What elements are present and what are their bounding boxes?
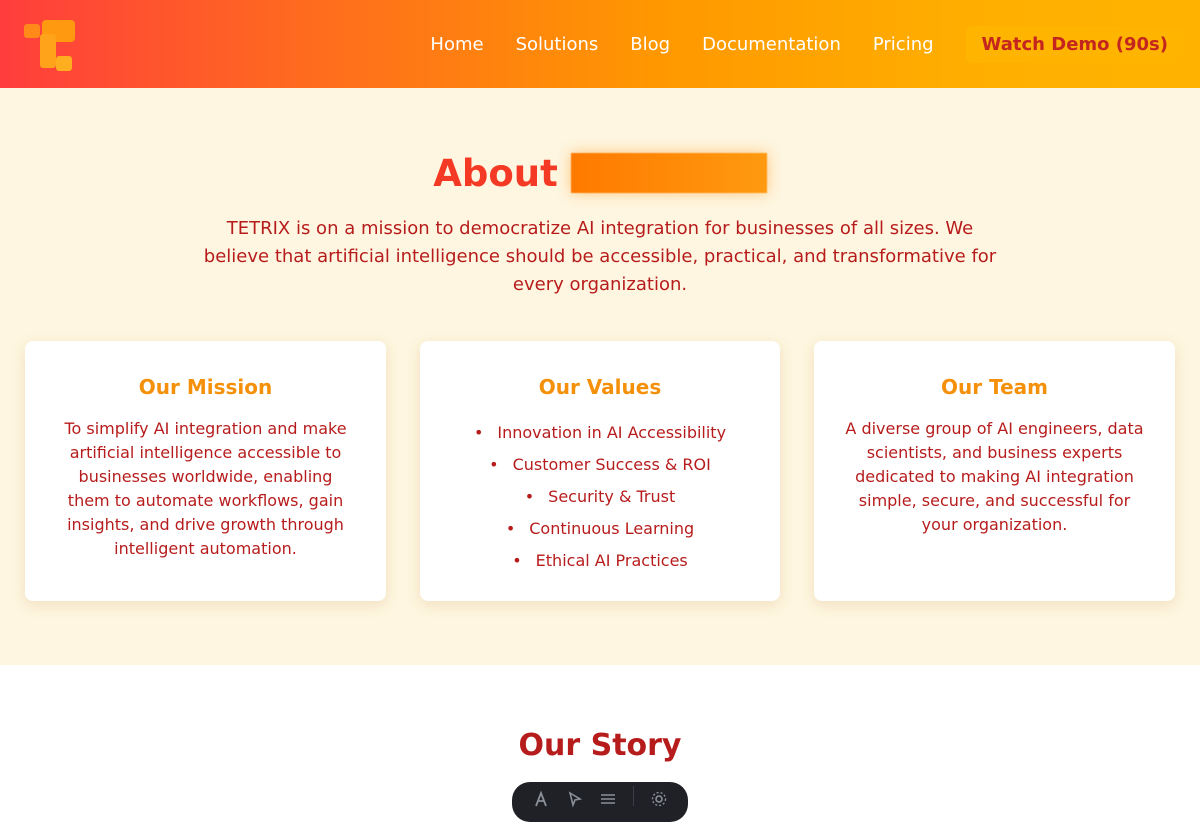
nav-home[interactable]: Home [430,34,483,55]
values-list: • Innovation in AI Accessibility • Custome… [420,417,780,577]
bullet-icon: • [489,455,499,474]
value-label: Continuous Learning [529,519,695,538]
site-header: Home Solutions Blog Documentation Pricin… [0,0,1200,88]
values-card: Our Values • Innovation in AI Accessibili… [420,341,780,601]
list-item: • Security & Trust [420,481,780,513]
nav-solutions[interactable]: Solutions [516,34,599,55]
text-icon[interactable] [532,790,550,808]
nav-documentation[interactable]: Documentation [702,34,841,55]
mission-title: Our Mission [138,375,273,399]
pointer-icon[interactable] [566,790,584,808]
story-toolbar [512,782,688,822]
bullet-icon: • [524,487,535,506]
about-section: About TETRIX is on a mission to democrat… [0,88,1200,665]
toolbar-divider [633,786,635,806]
main-nav: Home Solutions Blog Documentation Pricin… [430,0,1184,88]
story-title: Our Story [518,728,682,763]
team-card: Our Team A diverse group of AI engineers… [814,341,1175,601]
list-item: • Customer Success & ROI [420,449,780,481]
about-heading: About [0,150,1200,196]
tetrix-logo-icon[interactable] [24,20,76,72]
value-label: Security & Trust [548,487,676,506]
nav-pricing[interactable]: Pricing [873,34,934,55]
bullet-icon: • [512,551,522,570]
nav-blog[interactable]: Blog [630,34,670,55]
about-title: About [433,151,558,195]
list-item: • Innovation in AI Accessibility [420,417,780,449]
menu-icon[interactable] [599,790,617,808]
list-item: • Ethical AI Practices [420,545,780,577]
watch-demo-button[interactable]: Watch Demo (90s) [965,25,1184,63]
value-label: Innovation in AI Accessibility [497,423,727,442]
value-label: Ethical AI Practices [535,551,688,570]
brand-name-highlight [570,153,767,193]
mission-card: Our Mission To simplify AI integration a… [25,341,386,601]
value-label: Customer Success & ROI [512,455,711,474]
team-text: A diverse group of AI engineers, data sc… [845,419,1144,534]
values-title: Our Values [538,375,662,399]
team-title: Our Team [941,375,1048,399]
bullet-icon: • [473,423,484,442]
mission-text: To simplify AI integration and make arti… [64,419,347,558]
bullet-icon: • [505,519,516,538]
about-intro: TETRIX is on a mission to democratize AI… [203,218,997,295]
list-item: • Continuous Learning [420,513,780,545]
settings-icon[interactable] [650,790,668,808]
